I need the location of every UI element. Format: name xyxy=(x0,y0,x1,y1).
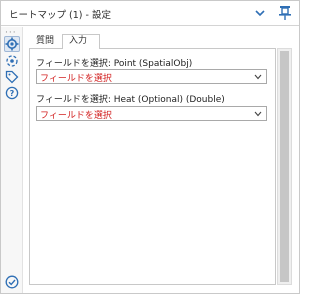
settings-window: ヒートマップ (1) - 設定 ··· ? 質問 入力 フィールドを選択: Po… xyxy=(0,0,300,294)
point-field-label: フィールドを選択: Point (SpatialObj) xyxy=(36,59,193,69)
heat-field-value: フィールドを選択 xyxy=(40,111,112,121)
heat-field-select[interactable]: フィールドを選択 xyxy=(36,106,267,121)
point-field-select[interactable]: フィールドを選択 xyxy=(36,69,267,84)
input-panel: フィールドを選択: Point (SpatialObj) フィールドを選択 フィ… xyxy=(29,48,276,285)
title-bar: ヒートマップ (1) - 設定 xyxy=(1,1,299,26)
side-rail: ··· ? xyxy=(1,27,23,293)
connection-icon[interactable] xyxy=(4,53,20,69)
check-circle-icon xyxy=(5,275,19,289)
help-icon[interactable]: ? xyxy=(4,85,20,101)
scrollbar-thumb[interactable] xyxy=(280,51,289,282)
window-title: ヒートマップ (1) - 設定 xyxy=(9,10,111,21)
pin-icon[interactable] xyxy=(278,5,292,21)
chevron-down-icon[interactable] xyxy=(254,7,266,19)
tab-questions[interactable]: 質問 xyxy=(29,34,62,48)
point-field-value: フィールドを選択 xyxy=(40,74,112,84)
tab-input[interactable]: 入力 xyxy=(62,34,100,49)
config-icon[interactable] xyxy=(4,36,20,52)
tag-icon[interactable] xyxy=(4,69,20,85)
chevron-down-icon xyxy=(254,111,262,117)
svg-text:?: ? xyxy=(10,89,15,98)
chevron-down-icon xyxy=(254,74,262,80)
vertical-scrollbar[interactable] xyxy=(277,48,292,285)
heat-field-label: フィールドを選択: Heat (Optional) (Double) xyxy=(36,95,225,105)
